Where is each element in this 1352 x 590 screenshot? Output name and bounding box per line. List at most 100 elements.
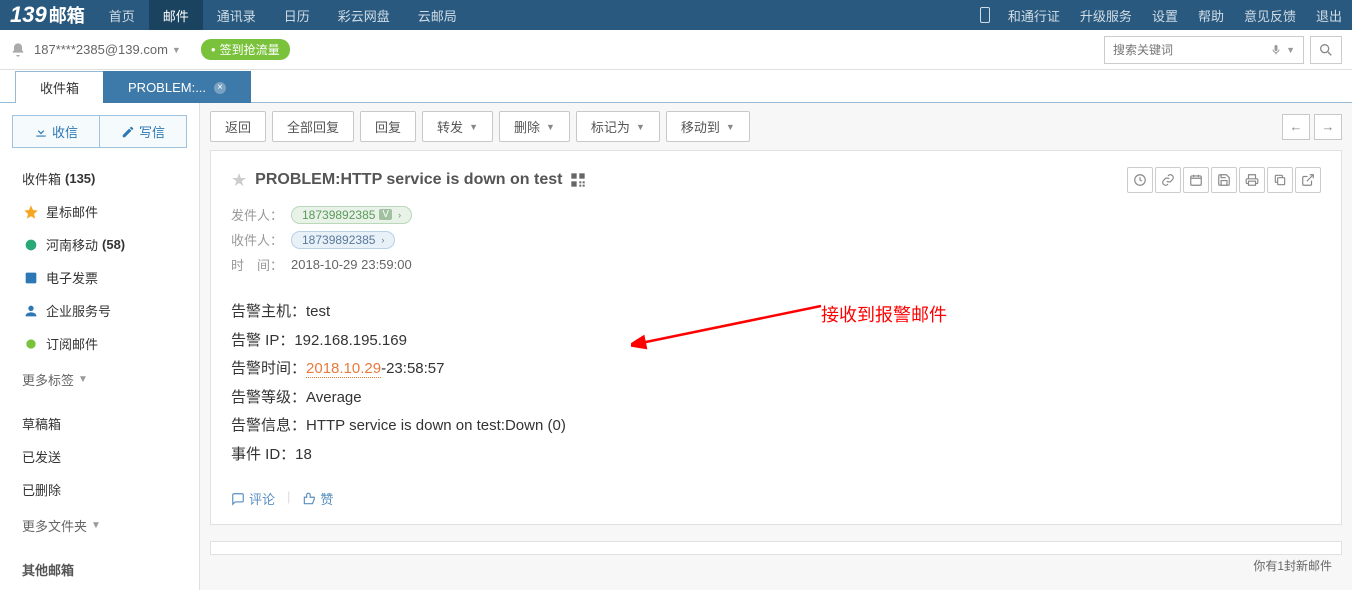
newwindow-icon[interactable] <box>1295 167 1321 193</box>
more-folders[interactable]: 更多文件夹 ▼ <box>0 506 199 541</box>
body-ip-line: 告警 IP：192.168.195.169 <box>231 327 1321 356</box>
level-value: Average <box>306 389 362 406</box>
mail-subject: PROBLEM:HTTP service is down on test <box>255 171 562 189</box>
other-mailbox[interactable]: 其他邮箱 <box>0 553 199 586</box>
topright-upgrade[interactable]: 升级服务 <box>1070 0 1142 30</box>
chevron-down-icon: ▼ <box>636 122 645 132</box>
schedule-icon[interactable] <box>1183 167 1209 193</box>
annotation-text: 接收到报警邮件 <box>821 298 947 332</box>
folder-starred[interactable]: 星标邮件 <box>0 195 199 228</box>
like-label: 赞 <box>320 489 333 508</box>
content-area: 返回 全部回复 回复 转发▼ 删除▼ 标记为▼ 移动到▼ ← → ★ PROBL… <box>200 103 1352 590</box>
invoice-icon <box>22 269 40 287</box>
forward-button[interactable]: 转发 ▼ <box>422 111 493 142</box>
top-bar: 139 邮箱 首页 邮件 通讯录 日历 彩云网盘 云邮局 和通行证 升级服务 设… <box>0 0 1352 30</box>
print-icon[interactable] <box>1239 167 1265 193</box>
nav-post[interactable]: 云邮局 <box>404 0 471 30</box>
folder-corp[interactable]: 企业服务号 <box>0 294 199 327</box>
compose-button[interactable]: 写信 <box>99 115 187 148</box>
recipient-pill[interactable]: 18739892385 › <box>291 231 395 249</box>
folder-drafts[interactable]: 草稿箱 <box>0 407 199 440</box>
time-label: 时 间： <box>231 255 291 274</box>
tabs-row: 收件箱 PROBLEM:... × <box>0 70 1352 103</box>
link-icon[interactable] <box>1155 167 1181 193</box>
chevron-down-icon: ▼ <box>469 122 478 132</box>
mail-footer: 评论 | 赞 <box>231 489 1321 508</box>
logo[interactable]: 139 邮箱 <box>0 2 95 28</box>
topright-settings[interactable]: 设置 <box>1142 0 1188 30</box>
compose-label: 写信 <box>139 122 165 141</box>
recipient-label: 收件人： <box>231 230 291 249</box>
sidebar-actions: 收信 写信 <box>0 111 199 158</box>
topright-feedback[interactable]: 意见反馈 <box>1234 0 1306 30</box>
mail-header-actions <box>1127 167 1321 193</box>
host-label: 告警主机： <box>231 303 306 320</box>
sender-pill[interactable]: 18739892385 V › <box>291 206 412 224</box>
chevron-down-icon: ▼ <box>78 374 88 385</box>
ip-label: 告警 IP： <box>231 332 294 349</box>
bell-icon[interactable] <box>10 42 26 58</box>
chevron-down-icon: ▼ <box>726 122 735 132</box>
tab-problem[interactable]: PROBLEM:... × <box>103 71 251 103</box>
next-mail-button[interactable]: → <box>1314 114 1342 140</box>
prev-mail-button[interactable]: ← <box>1282 114 1310 140</box>
folder-sent[interactable]: 已发送 <box>0 440 199 473</box>
tab-close-button[interactable]: × <box>214 82 226 94</box>
chevron-right-icon: › <box>398 210 401 220</box>
nav-mail[interactable]: 邮件 <box>149 0 203 30</box>
delete-button[interactable]: 删除▼ <box>499 111 570 142</box>
folder-henan[interactable]: 河南移动 (58) <box>0 228 199 261</box>
meta-sender: 发件人： 18739892385 V › <box>231 205 1321 224</box>
mail-meta: 发件人： 18739892385 V › 收件人： 18739892385 › <box>231 205 1321 274</box>
btn-label: 标记为 <box>591 117 630 136</box>
star-toggle[interactable]: ★ <box>231 170 247 191</box>
comment-button[interactable]: 评论 <box>231 489 275 508</box>
back-button[interactable]: 返回 <box>210 111 266 142</box>
topright-help[interactable]: 帮助 <box>1188 0 1234 30</box>
event-label: 事件 ID： <box>231 446 295 463</box>
search-input[interactable] <box>1113 43 1270 57</box>
sender-value: 18739892385 <box>302 208 375 222</box>
folder-label: 电子发票 <box>46 268 98 287</box>
level-label: 告警等级： <box>231 389 306 406</box>
folder-inbox[interactable]: 收件箱 (135) <box>0 162 199 195</box>
event-value: 18 <box>295 446 312 463</box>
save-icon[interactable] <box>1211 167 1237 193</box>
btn-label: 转发 <box>437 117 463 136</box>
search-button[interactable] <box>1310 36 1342 64</box>
like-button[interactable]: 赞 <box>302 489 333 508</box>
user-email-dropdown[interactable]: 187****2385@139.com ▼ <box>34 42 181 57</box>
nav-contacts[interactable]: 通讯录 <box>203 0 270 30</box>
folder-trash[interactable]: 已删除 <box>0 473 199 506</box>
move-button[interactable]: 移动到▼ <box>666 111 750 142</box>
folder-subscription[interactable]: 订阅邮件 <box>0 327 199 360</box>
folder-invoice[interactable]: 电子发票 <box>0 261 199 294</box>
more-tags[interactable]: 更多标签 ▼ <box>0 360 199 395</box>
replyall-button[interactable]: 全部回复 <box>272 111 354 142</box>
topright-logout[interactable]: 退出 <box>1306 0 1352 30</box>
topright-passport[interactable]: 和通行证 <box>998 0 1070 30</box>
signin-badge[interactable]: 签到抢流量 <box>201 39 290 60</box>
phone-icon[interactable] <box>972 0 998 30</box>
btn-label: 删除 <box>514 117 540 136</box>
mic-icon[interactable] <box>1270 42 1282 58</box>
time-value: 2018-10-29 23:59:00 <box>291 257 412 272</box>
nav-home[interactable]: 首页 <box>95 0 149 30</box>
qr-icon[interactable] <box>570 172 586 188</box>
copy-icon[interactable] <box>1267 167 1293 193</box>
alarm-time-rest: -23:58:57 <box>381 360 444 377</box>
chevron-down-icon[interactable]: ▼ <box>1286 45 1295 55</box>
tab-inbox[interactable]: 收件箱 <box>15 71 104 103</box>
nav-calendar[interactable]: 日历 <box>270 0 324 30</box>
alarm-date-link[interactable]: 2018.10.29 <box>306 360 381 378</box>
clock-icon[interactable] <box>1127 167 1153 193</box>
nav-cloud[interactable]: 彩云网盘 <box>324 0 404 30</box>
folder-count: (135) <box>65 171 95 186</box>
mail-toolbar: 返回 全部回复 回复 转发▼ 删除▼ 标记为▼ 移动到▼ ← → <box>200 103 1352 150</box>
reply-button[interactable]: 回复 <box>360 111 416 142</box>
reply-box-stub[interactable] <box>210 541 1342 555</box>
receive-button[interactable]: 收信 <box>12 115 99 148</box>
mark-button[interactable]: 标记为 ▼ <box>576 111 660 142</box>
star-icon <box>22 203 40 221</box>
mail-view: ★ PROBLEM:HTTP service is down on test <box>210 150 1342 525</box>
